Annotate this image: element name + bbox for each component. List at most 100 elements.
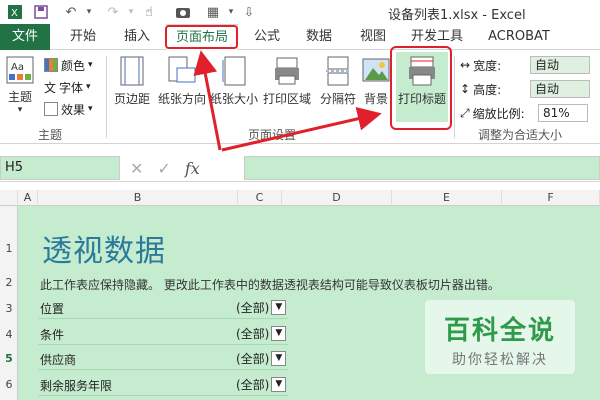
column-header-f[interactable]: F [502,190,600,206]
row-header[interactable]: 6 [0,378,18,391]
tab-insert[interactable]: 插入 [112,24,162,50]
tab-formulas[interactable]: 公式 [244,24,290,50]
pivot-field-label: 条件 [40,328,65,342]
height-select[interactable]: 自动 [530,80,590,98]
layout-dropdown-icon[interactable]: ▾ [222,3,240,21]
undo-icon[interactable]: ↶ [62,3,80,21]
tab-home[interactable]: 开始 [58,24,108,50]
pivot-field-label: 位置 [40,302,65,316]
dropdown-arrow-icon[interactable]: ▼ [271,300,287,315]
paper-size-label: 纸张大小 [210,92,259,106]
row-header[interactable]: 5 [0,352,18,365]
save-icon[interactable] [32,3,50,21]
tab-acrobat[interactable]: ACROBAT [484,24,554,50]
height-row: ↕ 高度: [460,80,501,98]
background-button[interactable]: 背景 [360,56,392,107]
column-header-e[interactable]: E [392,190,502,206]
effects-icon [44,102,58,116]
redo-icon: ↷ [107,4,119,20]
tab-file[interactable]: 文件 [0,24,50,50]
fonts-label: 字体 [59,80,84,95]
width-row: ↔ 宽度: [460,56,501,74]
print-area-button[interactable]: 打印区域 [260,56,314,107]
pivot-field-filter[interactable]: (全部) ▼ [236,350,287,367]
dropdown-arrow-icon[interactable]: ▼ [271,326,287,341]
ribbon-tabs: 文件 开始 插入 页面布局 公式 数据 视图 开发工具 ACROBAT [0,24,600,50]
cancel-icon[interactable]: ✕ [130,159,143,178]
watermark: 百科全说 助你轻松解决 [425,300,575,374]
row-header[interactable]: 1 [0,242,18,255]
layout-icon[interactable]: ▦ [204,3,222,21]
margins-icon [120,56,144,86]
theme-group-label: 主题 [38,128,63,142]
breaks-icon [326,56,350,86]
breaks-label: 分隔符 [319,92,356,106]
sheet-note: 此工作表应保持隐藏。 更改此工作表中的数据透视表结构可能导致仪表板切片器出错。 [40,278,500,292]
row-header[interactable]: 3 [0,302,18,315]
svg-text:Aa: Aa [11,62,24,73]
formula-bar: H5 ✕ ✓ fx [0,154,600,182]
scale-label: 缩放比例: [472,106,525,121]
formula-input[interactable] [244,156,600,180]
tab-data[interactable]: 数据 [296,24,342,50]
group-divider [106,56,107,138]
background-label: 背景 [363,92,388,106]
colors-button[interactable]: 颜色 ▾ [44,56,93,74]
insert-function-icon[interactable]: fx [185,159,200,178]
scale-group-label: 调整为合适大小 [478,128,563,142]
formula-buttons: ✕ ✓ fx [130,157,240,179]
colors-icon [44,58,58,72]
effects-button[interactable]: 效果 ▾ [44,100,93,118]
camera-icon[interactable] [174,3,192,21]
row-headers: 1 2 3 4 5 6 [0,206,18,400]
print-titles-icon [409,56,435,86]
paper-size-button[interactable]: 纸张大小 [210,56,258,107]
colors-label: 颜色 [61,58,86,73]
svg-text:X: X [11,8,18,19]
tab-developer[interactable]: 开发工具 [404,24,470,50]
themes-button[interactable]: Aa 主题 ▾ [4,56,36,115]
confirm-icon[interactable]: ✓ [157,159,170,178]
height-icon: ↕ [460,82,471,96]
orientation-label: 纸张方向 [157,92,206,106]
tab-page-layout[interactable]: 页面布局 [166,24,238,50]
fonts-button[interactable]: 文 字体 ▾ [44,78,91,96]
row-divider [38,344,288,345]
orientation-icon [168,56,196,83]
column-header-a[interactable]: A [18,190,38,206]
customize-quick-access-icon[interactable]: ⇩ [240,3,258,21]
column-header-b[interactable]: B [38,190,238,206]
print-titles-button[interactable]: 打印标题 [396,52,448,122]
pivot-field-value: (全部) [236,352,270,366]
redo-dropdown-icon: ▾ [128,7,134,17]
background-icon [362,58,390,82]
scale-input[interactable]: 81% [538,104,588,122]
margins-button[interactable]: 页边距 [112,56,152,107]
pivot-field-filter[interactable]: (全部) ▼ [236,299,287,316]
page-setup-group-label: 页面设置 [248,128,297,142]
pivot-field-filter[interactable]: (全部) ▼ [236,325,287,342]
themes-label: 主题 [7,90,32,104]
column-header-c[interactable]: C [238,190,282,206]
touch-mode-icon[interactable]: ☝ [140,3,158,21]
pivot-field-filter[interactable]: (全部) ▼ [236,376,287,393]
orientation-button[interactable]: 纸张方向 [156,56,208,107]
group-divider [454,56,455,138]
dropdown-arrow-icon[interactable]: ▼ [271,351,287,366]
row-divider [38,318,288,319]
undo-dropdown-icon[interactable]: ▾ [80,3,98,21]
row-header[interactable]: 2 [0,276,18,289]
dropdown-arrow-icon[interactable]: ▼ [271,377,287,392]
width-select[interactable]: 自动 [530,56,590,74]
pivot-field-value: (全部) [236,327,270,341]
select-all-corner[interactable] [0,190,18,206]
breaks-button[interactable]: 分隔符 [316,56,360,107]
column-header-d[interactable]: D [282,190,392,206]
pivot-field-label: 供应商 [40,353,77,367]
excel-logo-icon: X [6,3,24,21]
row-header[interactable]: 4 [0,328,18,341]
scale-row: ⤢ 缩放比例: [460,104,525,122]
name-box[interactable]: H5 [0,156,120,180]
tab-view[interactable]: 视图 [350,24,396,50]
ribbon: Aa 主题 ▾ 颜色 ▾ 文 字体 ▾ 效果 ▾ 主题 页边距 纸张方向 纸张大小 打… [0,50,600,144]
